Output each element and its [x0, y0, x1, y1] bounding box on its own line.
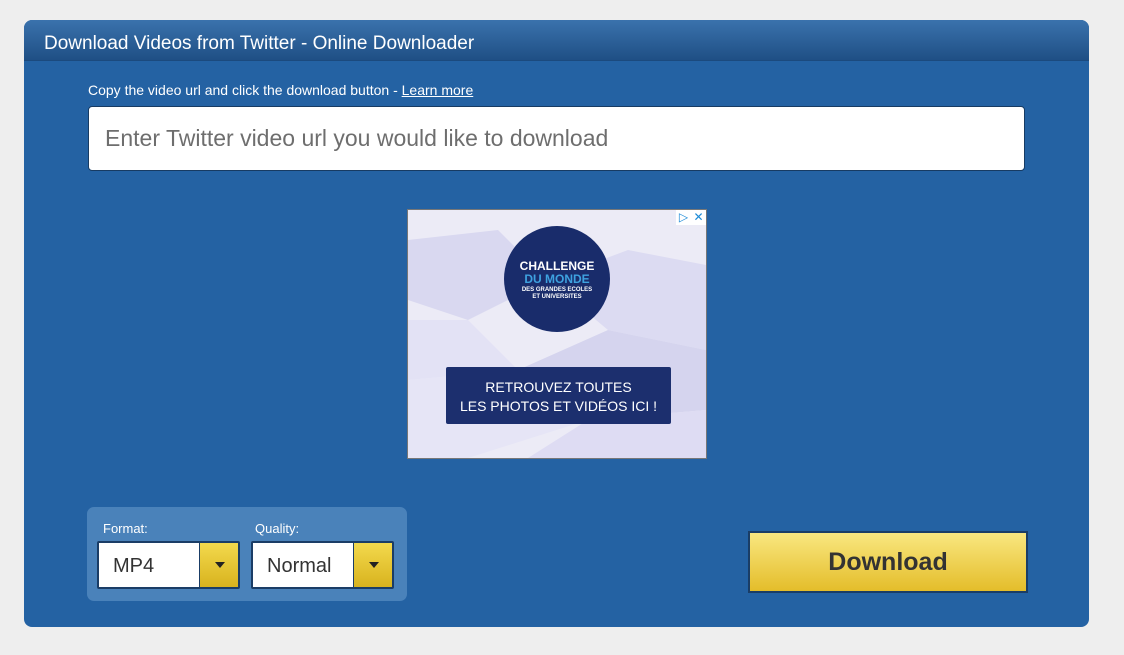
ad-cta-line1: RETROUVEZ TOUTES — [485, 379, 632, 395]
chevron-down-icon[interactable] — [353, 543, 392, 587]
quality-label: Quality: — [255, 521, 300, 536]
format-value: MP4 — [113, 555, 155, 577]
ad-cta-button[interactable]: RETROUVEZ TOUTES LES PHOTOS ET VIDÉOS IC… — [446, 367, 671, 424]
close-icon[interactable]: ✕ — [691, 210, 706, 225]
adchoices-icon[interactable]: ▷ — [676, 210, 691, 225]
instructions: Copy the video url and click the downloa… — [88, 82, 473, 98]
format-label: Format: — [103, 521, 148, 536]
quality-value: Normal — [267, 555, 332, 577]
format-select[interactable]: MP4 — [97, 541, 240, 589]
ad-cta-line2: LES PHOTOS ET VIDÉOS ICI ! — [459, 398, 658, 414]
learn-more-link[interactable]: Learn more — [402, 82, 474, 98]
quality-select[interactable]: Normal — [251, 541, 394, 589]
challenge-logo: CHALLENGE DU MONDE DES GRANDES ECOLES ET… — [504, 226, 610, 332]
logo-line1: CHALLENGE — [519, 259, 595, 273]
logo-line4: ET UNIVERSITES — [532, 294, 582, 300]
ad-choices[interactable]: ▷ ✕ — [676, 210, 706, 225]
options-box: Format: MP4 Quality: Normal — [87, 507, 407, 601]
panel-title: Download Videos from Twitter - Online Do… — [24, 20, 1089, 61]
url-input[interactable] — [88, 106, 1025, 171]
instructions-text: Copy the video url and click the downloa… — [88, 82, 402, 98]
download-button[interactable]: Download — [748, 531, 1028, 593]
logo-line3: DES GRANDES ECOLES — [521, 287, 593, 293]
chevron-down-icon[interactable] — [199, 543, 238, 587]
advertisement[interactable]: ▷ ✕ CHALLENGE DU MONDE DES GRANDES ECOLE… — [407, 209, 707, 459]
downloader-panel: Download Videos from Twitter - Online Do… — [24, 20, 1089, 627]
logo-line2: DU MONDE — [524, 272, 590, 286]
